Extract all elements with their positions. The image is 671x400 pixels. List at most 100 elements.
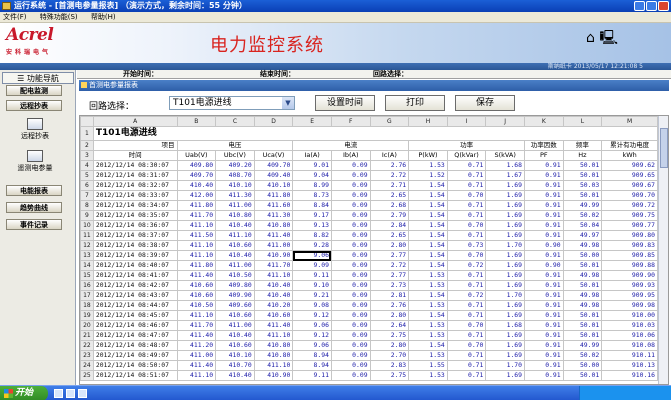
unit-header[interactable]: P(kW) (408, 150, 448, 161)
data-cell[interactable]: 1.69 (485, 330, 525, 341)
data-cell[interactable]: 1.69 (485, 350, 525, 361)
data-cell[interactable]: 411.70 (176, 210, 217, 221)
data-cell[interactable]: 9.01 (292, 160, 332, 171)
data-cell[interactable]: 0.91 (523, 310, 564, 321)
data-cell[interactable]: 910.13 (601, 360, 658, 371)
data-cell[interactable]: 910.06 (601, 330, 658, 341)
data-cell[interactable]: 2.80 (369, 310, 410, 321)
nav-remote-meter[interactable]: 远程抄表 (6, 100, 62, 111)
data-cell[interactable]: 50.00 (562, 360, 603, 371)
data-cell[interactable]: 1.69 (485, 180, 525, 191)
data-cell[interactable]: 909.75 (601, 210, 658, 221)
item-label[interactable]: 项目 (92, 140, 178, 151)
tile-telemetry[interactable]: 遥测电参量 (10, 150, 60, 173)
data-cell[interactable]: 410.80 (215, 210, 255, 221)
row-header[interactable]: 17 (80, 290, 94, 301)
unit-header[interactable]: Uab(V) (176, 150, 217, 161)
data-cell[interactable]: 0.91 (523, 360, 564, 371)
data-cell[interactable]: 1.54 (408, 250, 448, 261)
data-cell[interactable]: 909.62 (601, 160, 658, 171)
data-cell[interactable]: 411.40 (176, 360, 217, 371)
row-header[interactable]: 5 (80, 170, 94, 181)
data-cell[interactable]: 1.69 (485, 270, 525, 281)
data-cell[interactable]: 0.09 (330, 350, 371, 361)
data-cell[interactable]: 0.71 (446, 360, 487, 371)
data-cell[interactable]: 9.06 (292, 250, 332, 261)
data-cell[interactable]: 909.88 (601, 260, 658, 271)
data-cell[interactable]: 410.60 (176, 290, 217, 301)
row-header[interactable]: 22 (80, 340, 94, 351)
data-cell[interactable]: 410.40 (253, 290, 294, 301)
data-cell[interactable]: 50.01 (562, 190, 603, 201)
data-cell[interactable]: 410.10 (253, 180, 294, 191)
data-cell[interactable]: 50.01 (562, 260, 603, 271)
timestamp-cell[interactable]: 2012/12/14 08:32:07 (92, 180, 178, 191)
data-cell[interactable]: 1.53 (408, 370, 448, 381)
group-current[interactable]: 电流 (292, 140, 410, 151)
data-cell[interactable]: 50.01 (562, 320, 603, 331)
data-cell[interactable]: 909.80 (601, 230, 658, 241)
data-cell[interactable]: 410.60 (253, 310, 294, 321)
data-cell[interactable]: 50.01 (562, 370, 603, 381)
save-button[interactable]: 保存 (455, 95, 515, 111)
data-cell[interactable]: 411.00 (176, 350, 217, 361)
data-cell[interactable]: 0.09 (330, 290, 371, 301)
data-cell[interactable]: 0.71 (446, 300, 487, 311)
data-cell[interactable]: 411.40 (176, 270, 217, 281)
column-header[interactable]: E (292, 116, 332, 127)
data-cell[interactable]: 411.30 (253, 210, 294, 221)
column-header[interactable]: K (523, 116, 564, 127)
data-cell[interactable]: 1.53 (408, 270, 448, 281)
data-cell[interactable]: 2.73 (369, 280, 410, 291)
data-cell[interactable]: 0.91 (523, 330, 564, 341)
data-cell[interactable]: 410.70 (215, 360, 255, 371)
timestamp-cell[interactable]: 2012/12/14 08:46:07 (92, 320, 178, 331)
data-cell[interactable]: 0.73 (446, 240, 487, 251)
data-cell[interactable]: 1.54 (408, 220, 448, 231)
sheet-title[interactable]: T101电源进线 (92, 126, 659, 141)
data-cell[interactable]: 910.11 (601, 350, 658, 361)
data-cell[interactable]: 410.40 (215, 250, 255, 261)
unit-header[interactable]: Ic(A) (369, 150, 410, 161)
scrollbar-thumb[interactable] (660, 128, 668, 168)
data-cell[interactable]: 1.53 (408, 300, 448, 311)
unit-header[interactable]: Ubc(V) (215, 150, 255, 161)
data-cell[interactable]: 409.20 (215, 160, 255, 171)
data-cell[interactable]: 0.91 (523, 370, 564, 381)
data-cell[interactable]: 0.71 (446, 230, 487, 241)
data-cell[interactable]: 0.09 (330, 340, 371, 351)
timestamp-cell[interactable]: 2012/12/14 08:40:07 (92, 260, 178, 271)
data-cell[interactable]: 2.72 (369, 260, 410, 271)
data-cell[interactable]: 411.10 (253, 360, 294, 371)
data-cell[interactable]: 0.91 (523, 290, 564, 301)
data-cell[interactable]: 1.69 (485, 200, 525, 211)
data-cell[interactable]: 0.71 (446, 210, 487, 221)
data-cell[interactable]: 0.09 (330, 280, 371, 291)
row-header[interactable]: 14 (80, 260, 94, 271)
data-cell[interactable]: 411.80 (253, 190, 294, 201)
data-cell[interactable]: 1.70 (485, 240, 525, 251)
data-cell[interactable]: 8.73 (292, 190, 332, 201)
unit-header[interactable]: Ib(A) (330, 150, 371, 161)
data-cell[interactable]: 409.60 (215, 300, 255, 311)
unit-header[interactable]: PF (523, 150, 564, 161)
data-cell[interactable]: 50.02 (562, 210, 603, 221)
circuit-select[interactable]: T101电源进线 ▼ (169, 96, 295, 110)
data-cell[interactable]: 0.09 (330, 270, 371, 281)
data-cell[interactable]: 9.13 (292, 220, 332, 231)
data-cell[interactable]: 0.09 (330, 190, 371, 201)
data-cell[interactable]: 0.91 (523, 320, 564, 331)
data-cell[interactable]: 0.09 (330, 250, 371, 261)
timestamp-cell[interactable]: 2012/12/14 08:30:07 (92, 160, 178, 171)
data-cell[interactable]: 909.70 (601, 190, 658, 201)
data-cell[interactable]: 0.09 (330, 360, 371, 371)
data-cell[interactable]: 1.53 (408, 350, 448, 361)
maximize-button[interactable] (646, 1, 657, 11)
timestamp-cell[interactable]: 2012/12/14 08:35:07 (92, 210, 178, 221)
corner-cell[interactable] (80, 116, 94, 127)
data-cell[interactable]: 2.71 (369, 180, 410, 191)
data-cell[interactable]: 0.70 (446, 250, 487, 261)
data-cell[interactable]: 8.94 (292, 360, 332, 371)
data-cell[interactable]: 1.55 (408, 360, 448, 371)
group-voltage[interactable]: 电压 (176, 140, 294, 151)
